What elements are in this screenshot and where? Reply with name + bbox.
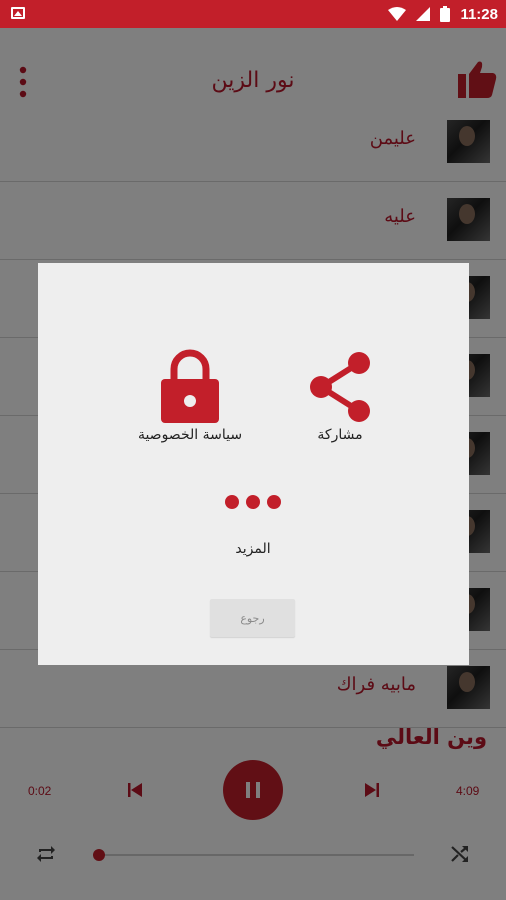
lock-icon bbox=[161, 349, 219, 423]
options-dialog: سياسة الخصوصية مشاركة المزيد رجوع bbox=[38, 263, 469, 665]
more-horiz-icon bbox=[225, 495, 281, 509]
image-notification-icon bbox=[11, 7, 25, 19]
wifi-icon bbox=[388, 7, 407, 21]
more-label: المزيد bbox=[235, 541, 271, 557]
status-bar: 11:28 bbox=[0, 0, 506, 28]
share-label: مشاركة bbox=[317, 427, 363, 443]
share-icon bbox=[310, 352, 370, 422]
more-option[interactable]: المزيد bbox=[203, 493, 303, 557]
battery-icon bbox=[440, 6, 451, 22]
privacy-policy-label: سياسة الخصوصية bbox=[137, 427, 243, 443]
privacy-policy-option[interactable]: سياسة الخصوصية bbox=[130, 349, 250, 443]
cell-signal-icon bbox=[416, 7, 431, 21]
status-icons: 11:28 bbox=[388, 4, 498, 24]
back-button[interactable]: رجوع bbox=[210, 599, 295, 637]
status-time: 11:28 bbox=[460, 5, 498, 23]
share-option[interactable]: مشاركة bbox=[300, 351, 380, 443]
